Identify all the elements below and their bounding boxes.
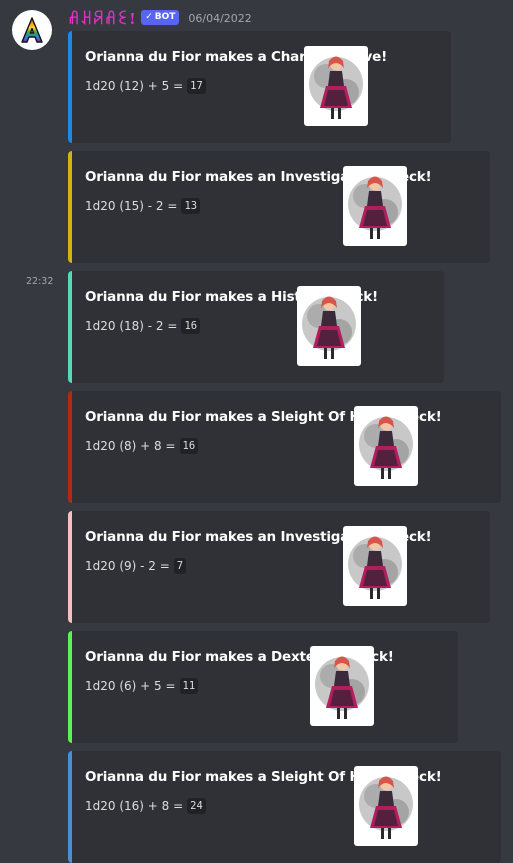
embed-thumbnail[interactable]	[343, 526, 407, 606]
embed-description: 1d20 (12) + 5 = 17	[85, 78, 206, 94]
embed-thumbnail[interactable]	[304, 46, 368, 126]
roll-embed: Orianna du Fior makes a Sleight Of Hand …	[68, 751, 501, 863]
character-portrait-icon	[359, 416, 413, 479]
bot-badge-label: BOT	[154, 12, 176, 22]
app-logo-icon	[21, 17, 43, 43]
roll-formula: 1d20 (16) + 8 =	[85, 799, 184, 813]
roll-embed: Orianna du Fior makes a Sleight Of Hand …	[68, 391, 501, 503]
roll-embed: Orianna du Fior makes an Investigation c…	[68, 511, 490, 623]
roll-result: 16	[179, 438, 199, 454]
embed-description: 1d20 (8) + 8 = 16	[85, 438, 199, 454]
character-portrait-icon	[348, 536, 402, 599]
character-portrait-icon	[359, 776, 413, 839]
bot-badge: ✓ BOT	[141, 9, 180, 25]
character-portrait-icon	[315, 656, 369, 719]
roll-formula: 1d20 (8) + 8 =	[85, 439, 176, 453]
embed-thumbnail[interactable]	[343, 166, 407, 246]
roll-formula: 1d20 (9) - 2 =	[85, 559, 170, 573]
hover-timestamp: 22:32	[26, 276, 54, 287]
roll-result: 11	[179, 678, 199, 694]
character-portrait-icon	[309, 56, 363, 119]
embed-thumbnail[interactable]	[297, 286, 361, 366]
message-header: ꋬꃅꋪꋬꏂ! ✓ BOT 06/04/2022	[68, 8, 252, 28]
roll-embed: Orianna du Fior makes a History check! 1d…	[68, 271, 444, 383]
embed-description: 1d20 (6) + 5 = 11	[85, 678, 199, 694]
roll-result: 24	[187, 798, 206, 814]
checkmark-icon: ✓	[145, 12, 153, 22]
embed-thumbnail[interactable]	[354, 766, 418, 846]
roll-formula: 1d20 (12) + 5 =	[85, 79, 184, 93]
roll-embed: Orianna du Fior makes a Charisma Save! 1d…	[68, 31, 451, 143]
roll-embed: Orianna du Fior makes a Dexterity check!…	[68, 631, 458, 743]
roll-formula: 1d20 (18) - 2 =	[85, 319, 178, 333]
character-portrait-icon	[302, 296, 356, 359]
embed-description: 1d20 (16) + 8 = 24	[85, 798, 206, 814]
roll-formula: 1d20 (6) + 5 =	[85, 679, 176, 693]
roll-result: 7	[173, 558, 187, 574]
roll-formula: 1d20 (15) - 2 =	[85, 199, 178, 213]
roll-embed: Orianna du Fior makes an Investigation c…	[68, 151, 490, 263]
embed-description: 1d20 (18) - 2 = 16	[85, 318, 201, 334]
roll-result: 17	[187, 78, 206, 94]
character-portrait-icon	[348, 176, 402, 239]
message-timestamp: 06/04/2022	[188, 11, 252, 25]
username[interactable]: ꋬꃅꋪꋬꏂ!	[68, 8, 136, 28]
roll-result: 13	[181, 198, 201, 214]
embed-description: 1d20 (9) - 2 = 7	[85, 558, 187, 574]
roll-result: 16	[181, 318, 201, 334]
avatar[interactable]	[12, 10, 52, 50]
embed-thumbnail[interactable]	[354, 406, 418, 486]
embed-description: 1d20 (15) - 2 = 13	[85, 198, 201, 214]
embed-thumbnail[interactable]	[310, 646, 374, 726]
